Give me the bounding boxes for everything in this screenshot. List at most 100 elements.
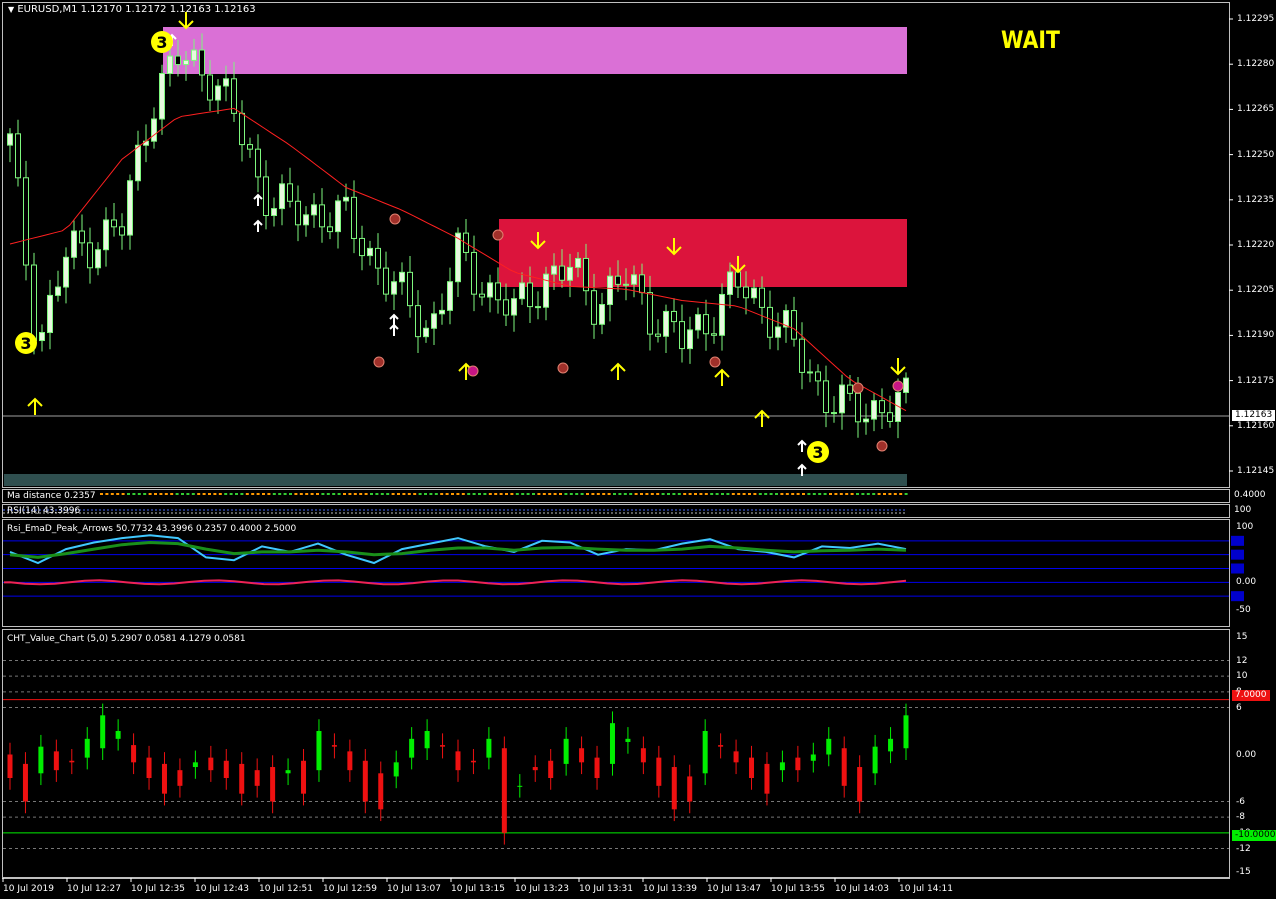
ma-distance-bar <box>769 493 773 495</box>
ma-distance-bar <box>445 493 449 495</box>
candle-body <box>103 219 109 251</box>
candle-body <box>775 326 781 338</box>
cht-bar <box>733 751 739 763</box>
candle-body <box>607 275 613 306</box>
candle-body <box>15 133 21 179</box>
price-tick-label: 1.12250 <box>1237 149 1275 160</box>
candle-body <box>655 333 661 337</box>
ma-distance-bar <box>758 493 762 495</box>
cht-bar <box>316 731 322 771</box>
candle-body <box>111 219 117 228</box>
candle-body <box>175 55 181 66</box>
supply-zone <box>163 27 907 74</box>
candle-body <box>575 257 581 268</box>
ma-distance-bar <box>461 493 465 495</box>
ma-distance-bar <box>164 493 168 495</box>
ma-distance-bar <box>191 493 195 495</box>
ma-distance-bar <box>775 493 778 495</box>
peak-dot-icon <box>876 440 888 452</box>
mt4-chart-window[interactable]: 3 3 3 ▼ EURUSD,M1 1.12170 1.12172 1.12163 … <box>0 0 1276 899</box>
price-tick-label: 1.12160 <box>1237 420 1275 431</box>
cht-bar <box>100 715 106 749</box>
candle-body <box>903 377 909 393</box>
cht-tick-label: -6 <box>1236 796 1245 807</box>
ma-distance-bar <box>645 493 649 495</box>
cht-bar <box>424 731 430 749</box>
ma-distance-bar <box>667 493 670 495</box>
candle-body <box>583 257 589 292</box>
rsi14-label: RSI(14) 43.3996 <box>7 506 81 516</box>
cht-bar <box>640 748 646 763</box>
cht-tick-label: 15 <box>1236 632 1248 642</box>
cht-bar <box>440 745 446 747</box>
ma-distance-bar <box>451 493 454 495</box>
ma-distance-axis: 0.4000 <box>1234 490 1266 500</box>
cht-bar <box>22 763 28 802</box>
candle-body <box>351 196 357 239</box>
candle-body <box>671 310 677 323</box>
ma-distance-bar <box>294 493 298 495</box>
signal-text: WAIT <box>1001 26 1060 54</box>
ma-distance-bar <box>526 493 530 495</box>
candle-body <box>343 196 349 202</box>
ma-distance-bar <box>672 493 676 495</box>
price-tick-label: 1.12235 <box>1237 194 1275 205</box>
candle-body <box>519 282 525 300</box>
peak-dot-icon <box>492 229 504 241</box>
ma-distance-bar <box>154 493 157 495</box>
candle-body <box>431 313 437 329</box>
cht-bar <box>749 757 755 778</box>
ma-distance-bar <box>478 493 481 495</box>
white-arrow-icon <box>253 219 263 232</box>
price-tick-label: 1.12175 <box>1237 375 1275 386</box>
ma-distance-bar <box>602 493 606 495</box>
ma-distance-bar <box>353 493 357 495</box>
ma-distance-bar <box>807 493 811 495</box>
ma-distance-bar <box>904 493 908 495</box>
candle-body <box>335 200 341 233</box>
cht-bar <box>548 760 554 778</box>
candle-body <box>759 287 765 308</box>
cht-bar <box>239 763 245 794</box>
candle-body <box>255 148 261 178</box>
candle-body <box>287 183 293 202</box>
candle-body <box>271 208 277 217</box>
ma-distance-bar <box>278 493 282 495</box>
cht-tick-label: -12 <box>1236 843 1251 854</box>
ma-distance-bar <box>877 493 881 495</box>
ma-distance-bar <box>386 493 390 495</box>
cht-bar <box>115 731 121 739</box>
cht-bar <box>455 751 461 771</box>
candle-body <box>439 309 445 315</box>
candle-body <box>863 418 869 423</box>
white-arrow-icon <box>389 323 399 336</box>
cht-bar <box>795 757 801 771</box>
time-tick-label: 10 Jul 2019 <box>3 884 54 894</box>
ma-distance-bar <box>694 493 697 495</box>
cht-bar <box>131 745 137 763</box>
ma-distance-bar <box>537 493 541 495</box>
ma-distance-bar <box>370 493 373 495</box>
dropdown-triangle-icon[interactable]: ▼ <box>8 5 14 14</box>
ma-distance-bar <box>613 493 616 495</box>
ma-distance-bar <box>262 493 265 495</box>
time-tick-label: 10 Jul 13:07 <box>387 884 441 894</box>
ma-distance-bar <box>213 493 217 495</box>
ma-distance-bar <box>343 493 346 495</box>
ma-distance-bar <box>850 493 854 495</box>
ma-distance-bar <box>116 493 120 495</box>
cht-bar <box>362 760 368 802</box>
candle-body <box>223 78 229 87</box>
cht-bar <box>208 757 214 771</box>
candle-body <box>623 283 629 286</box>
cht-bar <box>393 762 399 777</box>
cht-tick-label: 0.00 <box>1236 749 1257 760</box>
ma-distance-bar <box>893 493 897 495</box>
ma-distance-bar <box>834 493 838 495</box>
ma-distance-bar <box>256 493 260 495</box>
candle-body <box>815 371 821 382</box>
cht-bar <box>609 723 615 764</box>
time-tick-label: 10 Jul 14:03 <box>835 884 889 894</box>
candle-body <box>47 294 53 334</box>
price-tick-label: 1.12295 <box>1237 14 1275 24</box>
